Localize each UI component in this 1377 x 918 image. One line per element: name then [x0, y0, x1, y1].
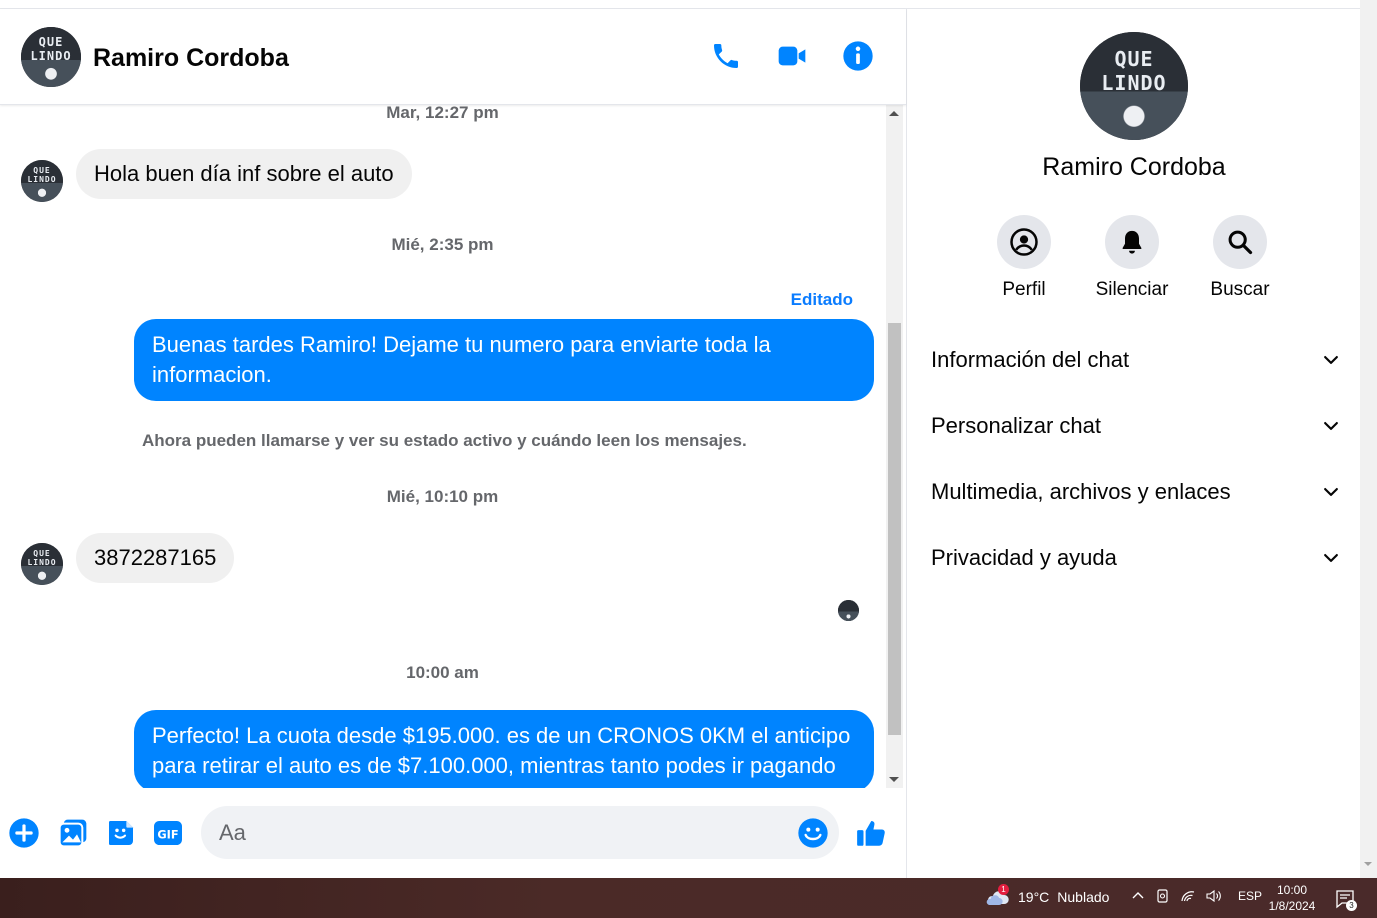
- chat-panel: QUE LINDO Ramiro Cordoba Mar, 12:27 pm Q…: [0, 9, 906, 878]
- chevron-down-icon: [1324, 422, 1338, 430]
- message-bubble-incoming[interactable]: Hola buen día inf sobre el auto: [76, 149, 412, 199]
- chevron-up-icon[interactable]: [1130, 888, 1146, 904]
- mute-label: Silenciar: [1095, 279, 1169, 300]
- section-privacy-help[interactable]: Privacidad y ayuda: [931, 538, 1341, 578]
- search-icon[interactable]: [1213, 215, 1267, 269]
- mute-button[interactable]: Silenciar: [1077, 215, 1187, 301]
- page-scrollbar[interactable]: [1360, 0, 1377, 878]
- contact-name[interactable]: Ramiro Cordoba: [93, 44, 289, 73]
- chevron-down-icon: [1324, 488, 1338, 496]
- info-icon[interactable]: [841, 39, 875, 73]
- timestamp: 10:00 am: [406, 663, 479, 682]
- cloud-icon: 1: [984, 884, 1010, 907]
- scrollbar-thumb[interactable]: [888, 323, 901, 735]
- sender-avatar[interactable]: QUE LINDO: [21, 160, 63, 202]
- message-scrollbar[interactable]: [886, 105, 903, 788]
- clock-date: 1/8/2024: [1268, 899, 1316, 913]
- message-list[interactable]: Mar, 12:27 pm QUE LINDO Hola buen día in…: [0, 105, 885, 788]
- section-label: Personalizar chat: [931, 413, 1101, 438]
- weather-condition: Nublado: [1057, 889, 1110, 905]
- section-label: Información del chat: [931, 347, 1130, 372]
- page-scroll-down-arrow[interactable]: [1364, 862, 1372, 866]
- meet-icon[interactable]: [1155, 888, 1171, 904]
- input-language[interactable]: ESP: [1238, 889, 1262, 903]
- weather-alert-badge: 1: [998, 884, 1009, 895]
- section-customize-chat[interactable]: Personalizar chat: [931, 406, 1341, 446]
- gallery-icon[interactable]: [56, 816, 90, 850]
- message-bubble-outgoing[interactable]: Perfecto! La cuota desde $195.000. es de…: [134, 710, 874, 788]
- chat-details-panel: QUE LINDO Ramiro Cordoba Perfil Silencia…: [906, 9, 1360, 878]
- section-label: Privacidad y ayuda: [931, 545, 1117, 570]
- browser-top-strip: [0, 0, 1360, 9]
- chevron-down-icon: [1324, 356, 1338, 364]
- section-media-files-links[interactable]: Multimedia, archivos y enlaces: [931, 472, 1341, 512]
- chevron-down-icon: [1324, 554, 1338, 562]
- emoji-icon[interactable]: [796, 816, 830, 850]
- message-bubble-outgoing[interactable]: Buenas tardes Ramiro! Dejame tu numero p…: [134, 319, 874, 401]
- scroll-up-arrow[interactable]: [889, 111, 899, 116]
- system-tray: ESP: [1130, 888, 1262, 904]
- contact-name-large: Ramiro Cordoba: [1042, 153, 1226, 181]
- weather-widget[interactable]: 1 19°C Nublado: [984, 884, 1110, 907]
- scroll-down-arrow[interactable]: [889, 777, 899, 782]
- profile-label: Perfil: [1002, 279, 1046, 300]
- gif-icon[interactable]: GIF: [151, 816, 185, 850]
- chat-header: QUE LINDO Ramiro Cordoba: [0, 9, 906, 105]
- clock-time: 10:00: [1276, 883, 1308, 897]
- clock[interactable]: 10:00 1/8/2024: [1262, 882, 1322, 914]
- search-label: Buscar: [1210, 279, 1270, 300]
- temperature: 19°C: [1018, 889, 1050, 905]
- thumbs-up-icon[interactable]: [855, 816, 889, 850]
- windows-taskbar: 1 19°C Nublado ESP 10:00 1/8/2024 3: [0, 878, 1377, 918]
- contact-avatar[interactable]: QUE LINDO: [21, 27, 81, 87]
- system-notice: Ahora pueden llamarse y ver su estado ac…: [142, 431, 747, 450]
- plus-icon[interactable]: [7, 816, 41, 850]
- timestamp: Mié, 10:10 pm: [386, 487, 499, 506]
- edited-label[interactable]: Editado: [791, 290, 853, 310]
- search-button[interactable]: Buscar: [1185, 215, 1295, 301]
- wifi-icon[interactable]: [1180, 888, 1196, 904]
- avatar-sign-text: QUE LINDO: [30, 35, 72, 64]
- seen-indicator-avatar: [838, 600, 859, 621]
- notification-center-icon[interactable]: 3: [1334, 888, 1357, 911]
- timestamp: Mié, 2:35 pm: [391, 235, 494, 254]
- sticker-icon[interactable]: [104, 816, 138, 850]
- message-input[interactable]: [201, 806, 839, 859]
- notification-count: 3: [1346, 900, 1357, 911]
- profile-icon[interactable]: [997, 215, 1051, 269]
- message-bubble-incoming[interactable]: 3872287165: [76, 533, 235, 583]
- bell-icon[interactable]: [1105, 215, 1159, 269]
- section-label: Multimedia, archivos y enlaces: [931, 479, 1231, 504]
- section-chat-info[interactable]: Información del chat: [931, 340, 1341, 380]
- speaker-icon[interactable]: [1205, 888, 1223, 904]
- timestamp: Mar, 12:27 pm: [386, 105, 499, 122]
- composer: GIF: [0, 788, 906, 878]
- svg-text:GIF: GIF: [157, 827, 178, 841]
- video-icon[interactable]: [775, 39, 809, 73]
- profile-button[interactable]: Perfil: [969, 215, 1079, 301]
- phone-icon[interactable]: [709, 39, 743, 73]
- contact-avatar-large[interactable]: QUE LINDO: [1080, 32, 1188, 140]
- sender-avatar[interactable]: QUE LINDO: [21, 543, 63, 585]
- avatar-sign-text: QUE LINDO: [1101, 47, 1167, 96]
